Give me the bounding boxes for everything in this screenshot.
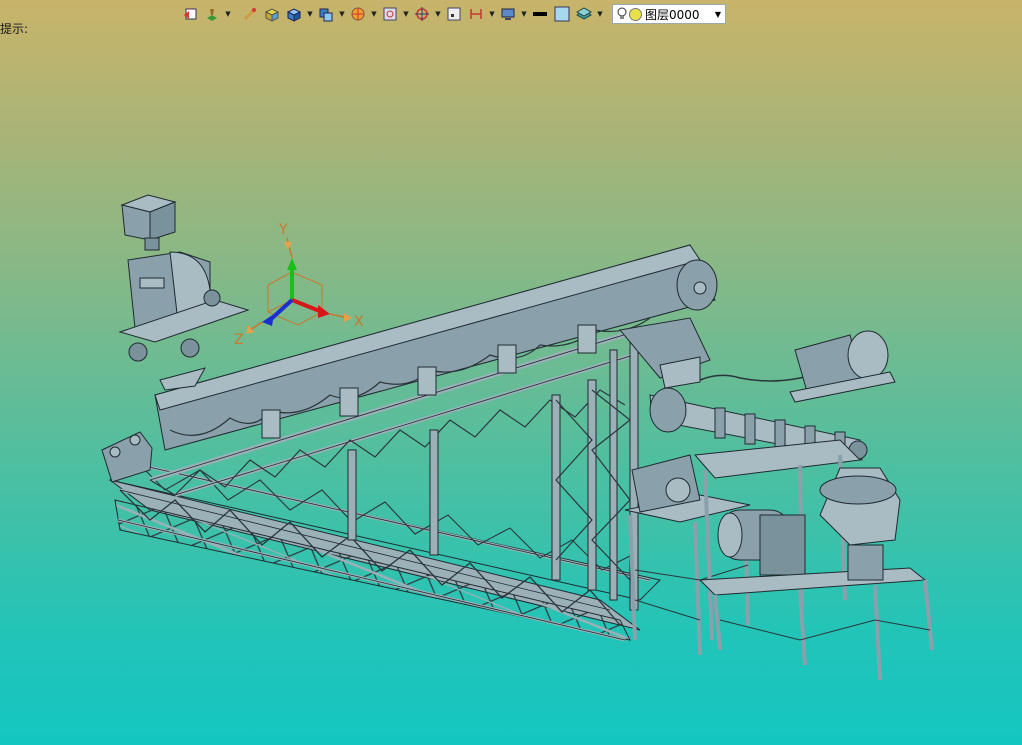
axis-triad: Y X Z [234,222,364,348]
axis-label-z: Z [234,332,244,348]
axis-label-y: Y [278,222,288,238]
feed-unit [118,194,250,391]
axis-label-x: X [354,314,364,330]
cad-viewport[interactable]: Y X Z [0,0,1022,745]
lower-drive [101,431,153,483]
